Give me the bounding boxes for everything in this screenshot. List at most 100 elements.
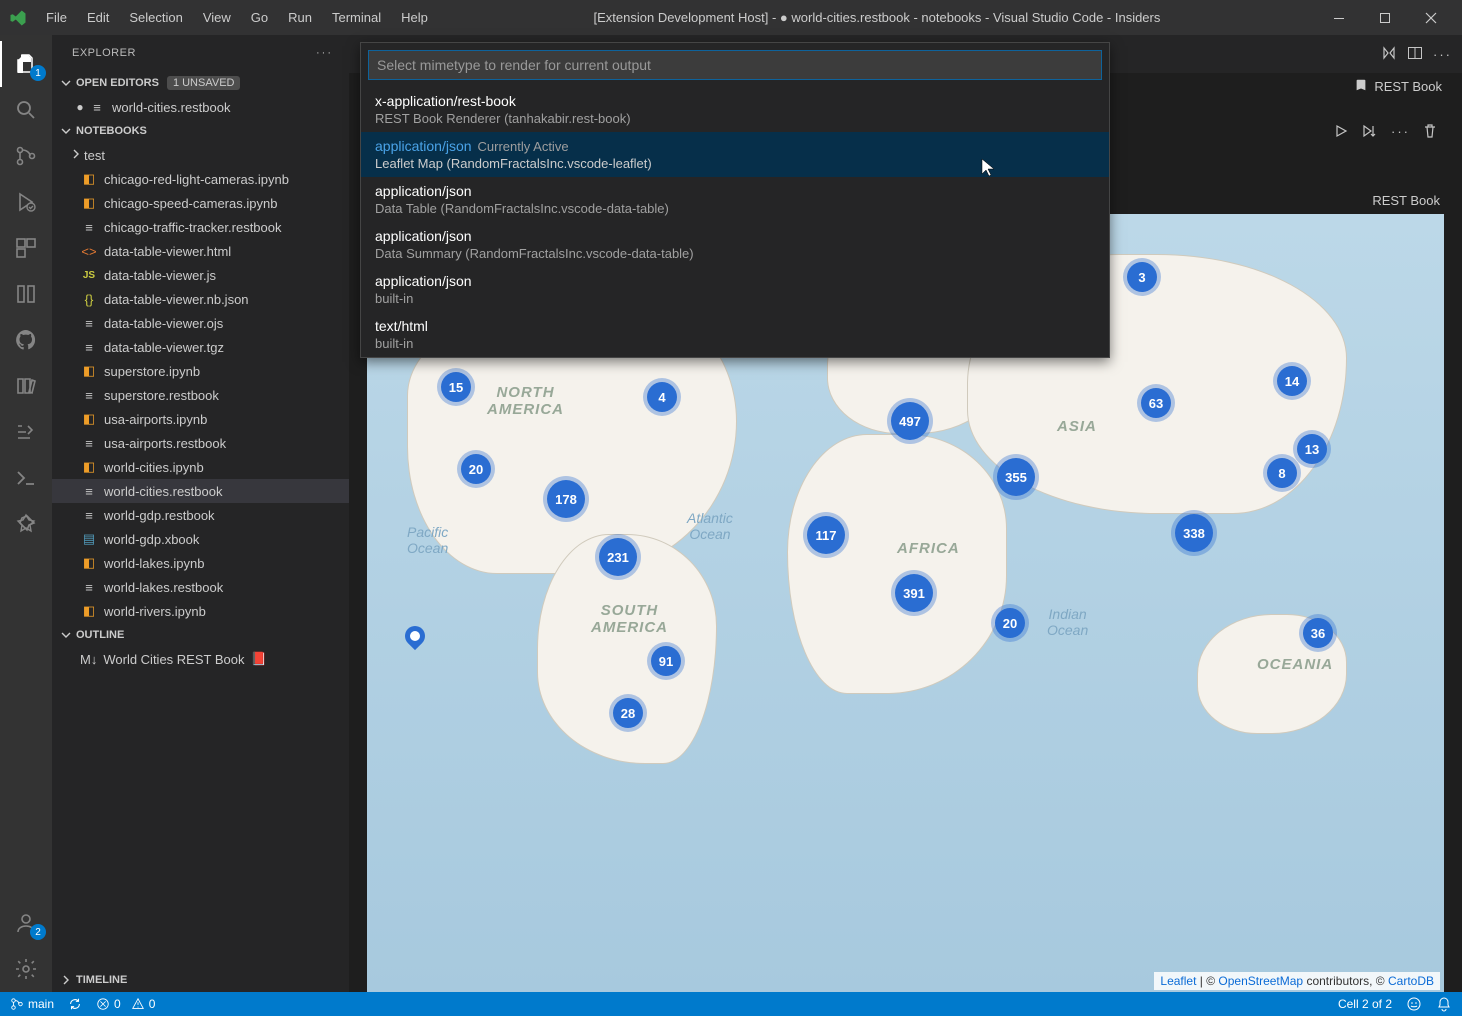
maximize-button[interactable] [1362, 0, 1408, 35]
file-item[interactable]: JSdata-table-viewer.js [52, 263, 349, 287]
file-item[interactable]: ≡superstore.restbook [52, 383, 349, 407]
map-cluster[interactable]: 3 [1127, 262, 1157, 292]
activity-pin[interactable] [0, 501, 52, 547]
activity-outline-1[interactable] [0, 409, 52, 455]
delete-cell-icon[interactable] [1422, 123, 1438, 139]
carto-link[interactable]: CartoDB [1388, 974, 1434, 988]
activity-terminal[interactable] [0, 455, 52, 501]
file-item[interactable]: ◧usa-airports.ipynb [52, 407, 349, 431]
leaflet-link[interactable]: Leaflet [1160, 974, 1196, 988]
file-item[interactable]: ◧world-rivers.ipynb [52, 599, 349, 623]
file-item[interactable]: ≡chicago-traffic-tracker.restbook [52, 215, 349, 239]
file-item[interactable]: ≡usa-airports.restbook [52, 431, 349, 455]
activity-run-debug[interactable] [0, 179, 52, 225]
activity-account[interactable]: 2 [0, 900, 52, 946]
file-icon: ≡ [80, 580, 98, 595]
activity-library[interactable] [0, 363, 52, 409]
menu-selection[interactable]: Selection [119, 4, 192, 31]
quickpick-item[interactable]: application/jsonData Table (RandomFracta… [361, 177, 1109, 222]
menu-edit[interactable]: Edit [77, 4, 119, 31]
open-editor-item[interactable]: ≡ world-cities.restbook [52, 95, 349, 119]
timeline-header[interactable]: TIMELINE [52, 968, 349, 992]
quickpick-item[interactable]: application/jsonCurrently ActiveLeaflet … [361, 132, 1109, 177]
map-cluster[interactable]: 497 [891, 402, 929, 440]
map-cluster[interactable]: 117 [807, 516, 845, 554]
activity-search[interactable] [0, 87, 52, 133]
map-cluster[interactable]: 391 [895, 574, 933, 612]
compare-icon[interactable] [1381, 45, 1397, 64]
status-sync[interactable] [68, 997, 82, 1011]
file-item[interactable]: <>data-table-viewer.html [52, 239, 349, 263]
map-cluster[interactable]: 8 [1267, 458, 1297, 488]
quickpick-item[interactable]: x-application/rest-bookREST Book Rendere… [361, 87, 1109, 132]
map-cluster[interactable]: 355 [997, 458, 1035, 496]
file-item[interactable]: ◧chicago-red-light-cameras.ipynb [52, 167, 349, 191]
map-cluster[interactable]: 63 [1141, 388, 1171, 418]
file-item[interactable]: ◧world-cities.ipynb [52, 455, 349, 479]
file-item[interactable]: ≡world-lakes.restbook [52, 575, 349, 599]
outline-item[interactable]: M↓ World Cities REST Book 📕 [52, 647, 349, 671]
quickpick-item-desc: Data Table (RandomFractalsInc.vscode-dat… [375, 201, 1095, 216]
status-cell-position[interactable]: Cell 2 of 2 [1338, 997, 1392, 1011]
sidebar-more-icon[interactable]: ··· [316, 47, 333, 59]
close-button[interactable] [1408, 0, 1454, 35]
map-cluster[interactable]: 338 [1175, 514, 1213, 552]
menu-go[interactable]: Go [241, 4, 278, 31]
map-cluster[interactable]: 4 [647, 382, 677, 412]
menu-terminal[interactable]: Terminal [322, 4, 391, 31]
file-item[interactable]: ≡data-table-viewer.tgz [52, 335, 349, 359]
file-item[interactable]: ◧chicago-speed-cameras.ipynb [52, 191, 349, 215]
map-cluster[interactable]: 20 [461, 454, 491, 484]
minimize-button[interactable] [1316, 0, 1362, 35]
activity-bookmarks[interactable] [0, 271, 52, 317]
run-below-icon[interactable] [1361, 123, 1379, 139]
map-cluster[interactable]: 14 [1277, 366, 1307, 396]
activity-source-control[interactable] [0, 133, 52, 179]
file-icon: ≡ [80, 316, 98, 331]
quickpick-item[interactable]: application/jsonData Summary (RandomFrac… [361, 222, 1109, 267]
menu-view[interactable]: View [193, 4, 241, 31]
activity-extensions[interactable] [0, 225, 52, 271]
file-item[interactable]: {}data-table-viewer.nb.json [52, 287, 349, 311]
map-cluster[interactable]: 28 [613, 698, 643, 728]
status-problems[interactable]: 0 0 [96, 997, 155, 1011]
map-cluster[interactable]: 91 [651, 646, 681, 676]
status-branch[interactable]: main [10, 997, 54, 1011]
map-cluster[interactable]: 36 [1303, 618, 1333, 648]
menu-help[interactable]: Help [391, 4, 438, 31]
cell-more-icon[interactable]: ··· [1391, 123, 1410, 139]
open-editors-header[interactable]: OPEN EDITORS 1 UNSAVED [52, 71, 349, 95]
menu-run[interactable]: Run [278, 4, 322, 31]
folder-test[interactable]: test [52, 143, 349, 167]
split-editor-icon[interactable] [1407, 45, 1423, 64]
map-cluster[interactable]: 231 [599, 538, 637, 576]
map-pin[interactable] [405, 626, 425, 652]
file-item[interactable]: ◧superstore.ipynb [52, 359, 349, 383]
map-cluster[interactable]: 13 [1297, 434, 1327, 464]
activity-github[interactable] [0, 317, 52, 363]
language-badge[interactable]: REST Book [1354, 78, 1442, 95]
file-item[interactable]: ◧world-lakes.ipynb [52, 551, 349, 575]
notebook-icon: ◧ [80, 459, 98, 475]
activity-settings[interactable] [0, 946, 52, 992]
file-item[interactable]: ≡world-gdp.restbook [52, 503, 349, 527]
quickpick-item[interactable]: application/jsonbuilt-in [361, 267, 1109, 312]
file-item[interactable]: ▤world-gdp.xbook [52, 527, 349, 551]
run-cell-icon[interactable] [1333, 123, 1349, 139]
file-item[interactable]: ≡data-table-viewer.ojs [52, 311, 349, 335]
quickpick-input[interactable] [368, 50, 1102, 80]
notebook-icon: ◧ [80, 195, 98, 211]
file-item[interactable]: ≡world-cities.restbook [52, 479, 349, 503]
activity-explorer[interactable]: 1 [0, 41, 52, 87]
outline-header[interactable]: OUTLINE [52, 623, 349, 647]
workspace-header[interactable]: NOTEBOOKS [52, 119, 349, 143]
status-feedback-icon[interactable] [1406, 996, 1422, 1012]
quickpick-item[interactable]: text/htmlbuilt-in [361, 312, 1109, 357]
map-cluster[interactable]: 178 [547, 480, 585, 518]
map-cluster[interactable]: 15 [441, 372, 471, 402]
menu-file[interactable]: File [36, 4, 77, 31]
osm-link[interactable]: OpenStreetMap [1218, 974, 1303, 988]
map-cluster[interactable]: 20 [995, 608, 1025, 638]
more-icon[interactable]: ··· [1433, 47, 1452, 62]
status-bell-icon[interactable] [1436, 996, 1452, 1012]
